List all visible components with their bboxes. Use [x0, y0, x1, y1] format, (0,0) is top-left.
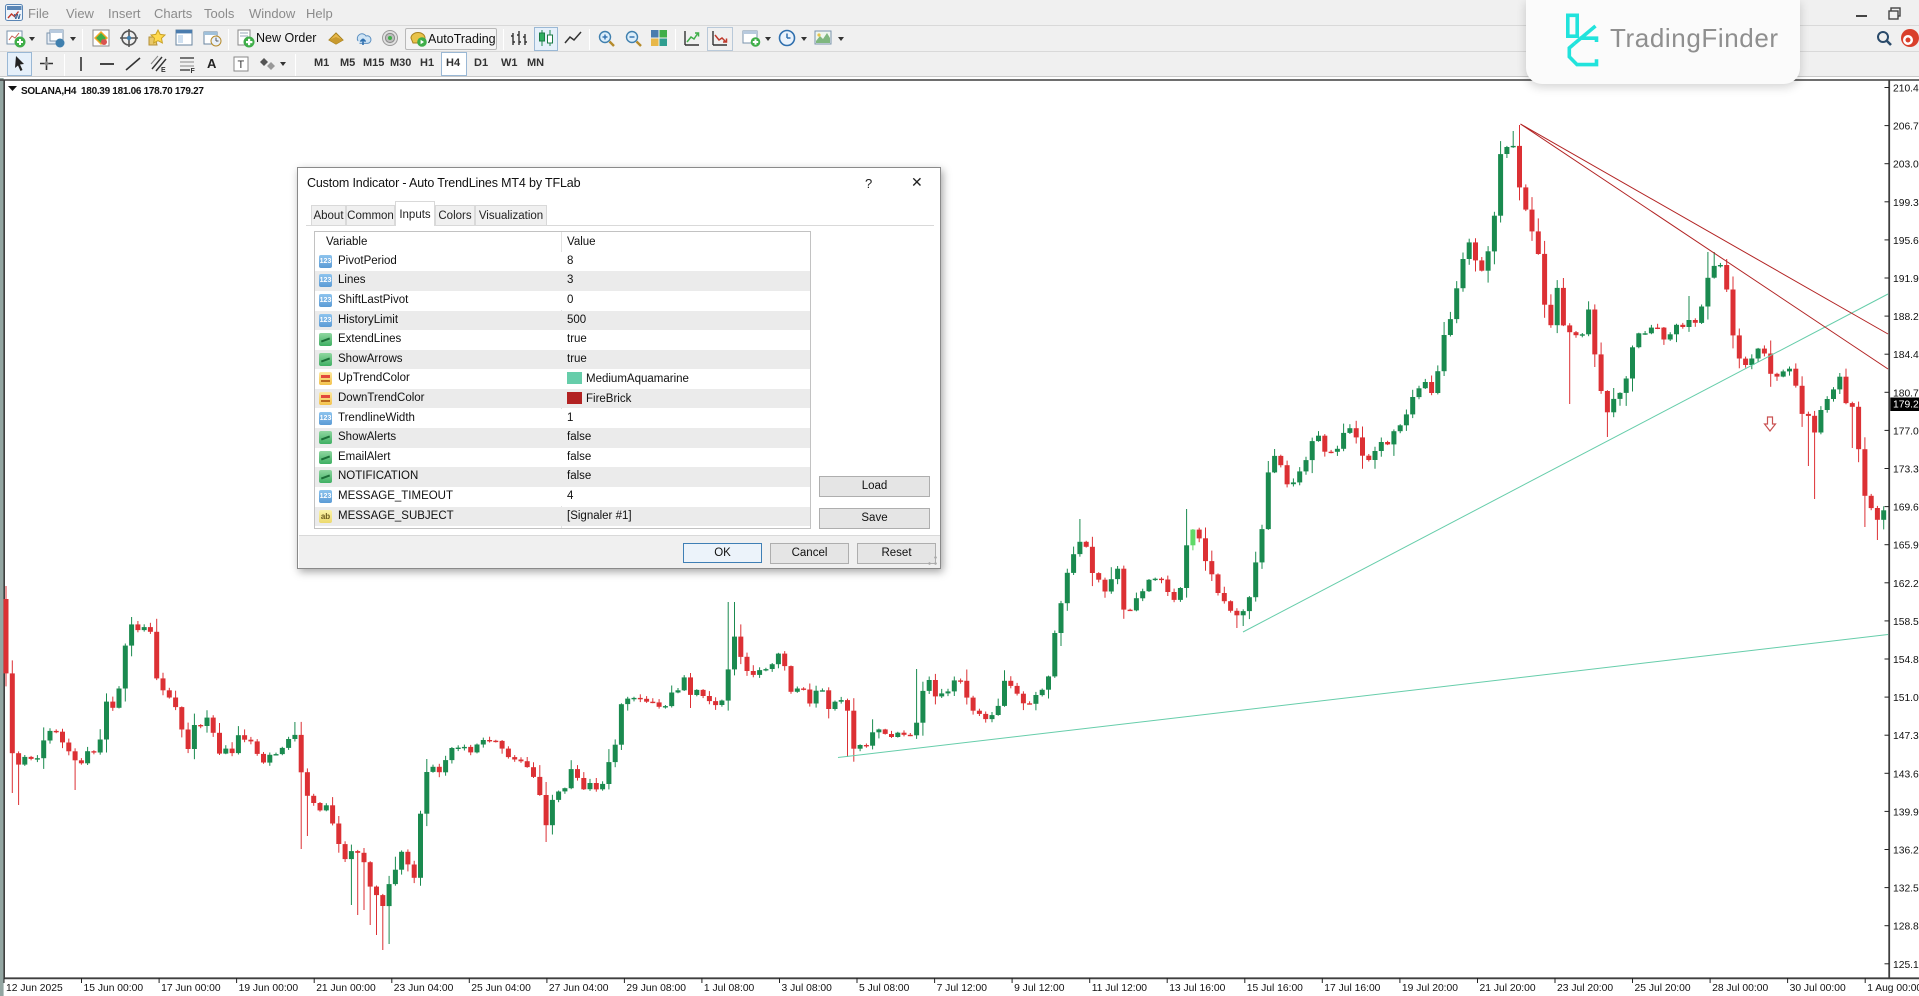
svg-text:169.6: 169.6 [1893, 503, 1919, 514]
svg-text:151.0: 151.0 [1893, 693, 1919, 704]
svg-text:165.9: 165.9 [1893, 541, 1919, 552]
svg-text:210.4: 210.4 [1893, 84, 1919, 95]
svg-text:199.3: 199.3 [1893, 198, 1919, 209]
svg-text:128.8: 128.8 [1893, 922, 1919, 933]
svg-text:9 Jul 12:00: 9 Jul 12:00 [1014, 983, 1065, 994]
svg-text:136.2: 136.2 [1893, 846, 1919, 857]
svg-text:19 Jun 00:00: 19 Jun 00:00 [239, 983, 299, 994]
svg-text:23 Jun 04:00: 23 Jun 04:00 [394, 983, 454, 994]
svg-text:21 Jun 00:00: 21 Jun 00:00 [316, 983, 376, 994]
svg-text:158.5: 158.5 [1893, 617, 1919, 628]
svg-text:184.4: 184.4 [1893, 350, 1919, 361]
svg-text:154.8: 154.8 [1893, 655, 1919, 666]
svg-text:1 Aug 00:00: 1 Aug 00:00 [1867, 983, 1919, 994]
svg-text:143.6: 143.6 [1893, 769, 1919, 780]
svg-text:T: T [238, 59, 245, 71]
svg-text:19 Jul 20:00: 19 Jul 20:00 [1402, 983, 1458, 994]
svg-text:5 Jul 08:00: 5 Jul 08:00 [859, 983, 910, 994]
svg-text:139.9: 139.9 [1893, 807, 1919, 818]
svg-text:1 Jul 08:00: 1 Jul 08:00 [704, 983, 755, 994]
svg-text:30 Jul 00:00: 30 Jul 00:00 [1790, 983, 1846, 994]
svg-text:7 Jul 12:00: 7 Jul 12:00 [937, 983, 988, 994]
svg-text:23 Jul 20:00: 23 Jul 20:00 [1557, 983, 1613, 994]
svg-text:15 Jun 00:00: 15 Jun 00:00 [84, 983, 144, 994]
svg-text:179.2: 179.2 [1893, 400, 1919, 411]
svg-text:W: W [14, 14, 21, 21]
svg-text:28 Jul 00:00: 28 Jul 00:00 [1712, 983, 1768, 994]
svg-text:125.1: 125.1 [1893, 960, 1919, 971]
svg-text:191.9: 191.9 [1893, 274, 1919, 285]
svg-text:29 Jun 08:00: 29 Jun 08:00 [626, 983, 686, 994]
svg-text:173.3: 173.3 [1893, 465, 1919, 476]
svg-text:188.2: 188.2 [1893, 312, 1919, 323]
svg-text:13 Jul 16:00: 13 Jul 16:00 [1169, 983, 1225, 994]
svg-text:15 Jul 16:00: 15 Jul 16:00 [1247, 983, 1303, 994]
svg-text:F: F [191, 68, 196, 75]
svg-text:SOLANA,H4 180.39 181.06 178.7: SOLANA,H4 180.39 181.06 178.70 179.27 [21, 86, 204, 97]
svg-text:206.7: 206.7 [1893, 122, 1919, 133]
svg-text:177.0: 177.0 [1893, 426, 1919, 437]
svg-text:17 Jul 16:00: 17 Jul 16:00 [1324, 983, 1380, 994]
svg-text:21 Jul 20:00: 21 Jul 20:00 [1480, 983, 1536, 994]
svg-text:195.6: 195.6 [1893, 236, 1919, 247]
svg-text:25 Jul 20:00: 25 Jul 20:00 [1635, 983, 1691, 994]
svg-text:147.3: 147.3 [1893, 731, 1919, 742]
svg-text:3 Jul 08:00: 3 Jul 08:00 [782, 983, 833, 994]
svg-text:27 Jun 04:00: 27 Jun 04:00 [549, 983, 609, 994]
svg-text:E: E [161, 67, 166, 74]
svg-text:25 Jun 04:00: 25 Jun 04:00 [471, 983, 531, 994]
svg-text:203.0: 203.0 [1893, 160, 1919, 171]
svg-text:162.2: 162.2 [1893, 579, 1919, 590]
svg-text:17 Jun 00:00: 17 Jun 00:00 [161, 983, 221, 994]
svg-text:12 Jun 2025: 12 Jun 2025 [6, 983, 63, 994]
svg-text:132.5: 132.5 [1893, 884, 1919, 895]
svg-text:11 Jul 12:00: 11 Jul 12:00 [1092, 983, 1148, 994]
